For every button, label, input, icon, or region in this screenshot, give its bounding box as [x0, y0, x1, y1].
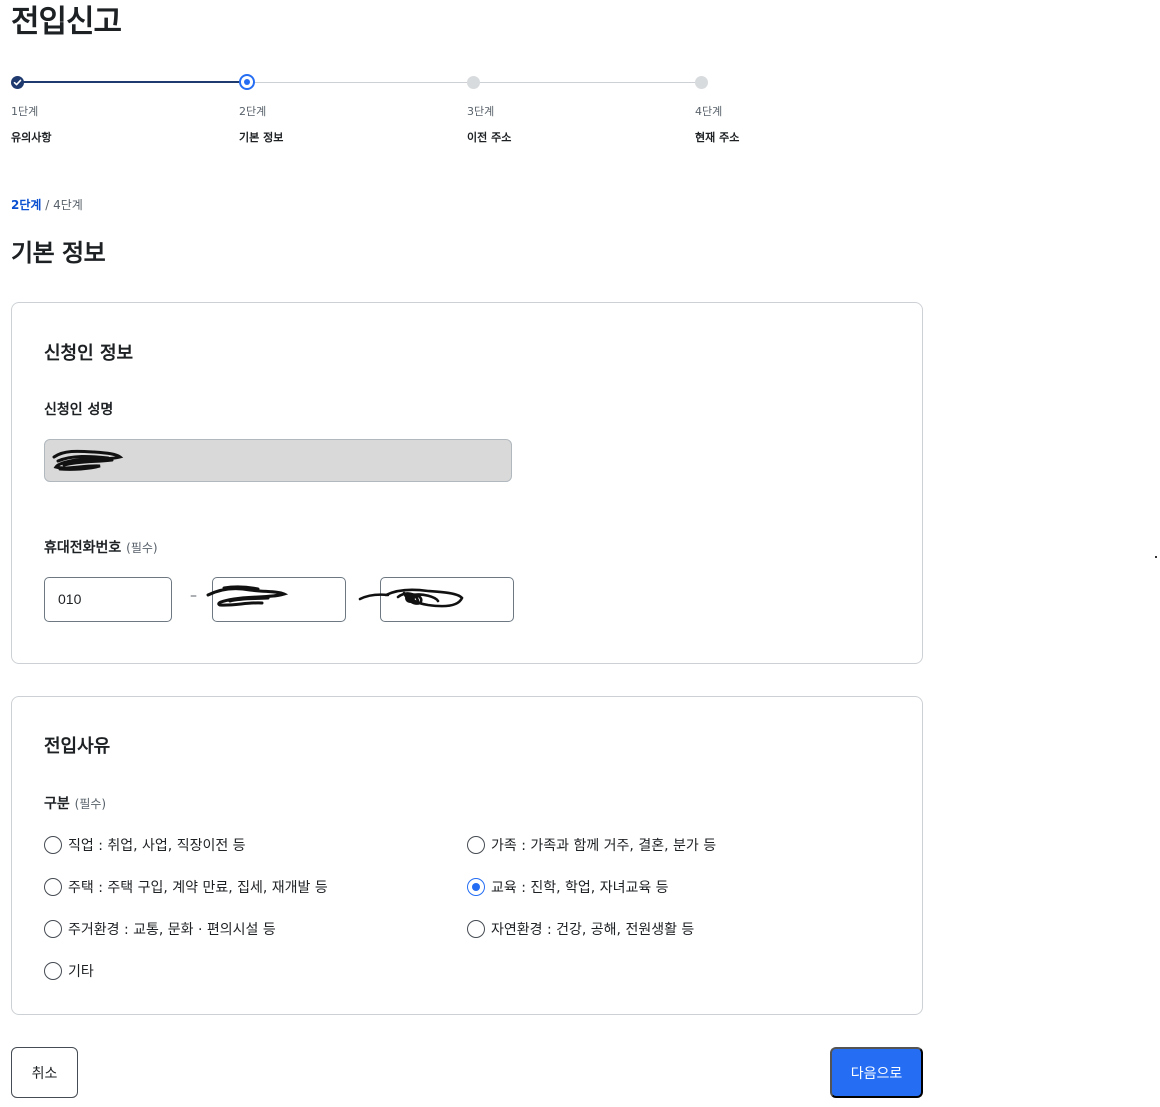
required-mark: (필수): [126, 541, 158, 555]
radio-circle-icon[interactable]: [44, 878, 62, 896]
radio-label: 교육 : 진학, 학업, 자녀교육 등: [491, 880, 669, 896]
section-title: 기본 정보: [11, 239, 106, 267]
radio-circle-icon[interactable]: [467, 920, 485, 938]
phone-label-text: 휴대전화번호: [44, 540, 122, 556]
pending-step-icon: [467, 76, 480, 89]
stepper-track-complete: [17, 81, 247, 83]
radio-label: 기타: [68, 964, 94, 980]
name-label: 신청인 성명: [44, 402, 114, 418]
radio-label: 가족 : 가족과 함께 거주, 결혼, 분가 등: [491, 838, 717, 854]
radio-label: 직업 : 취업, 사업, 직장이전 등: [68, 838, 246, 854]
step-label: 기본 정보: [239, 131, 284, 144]
radio-label: 주거환경 : 교통, 문화 · 편의시설 등: [68, 922, 276, 938]
page-title: 전입신고: [11, 4, 122, 40]
required-mark: (필수): [74, 797, 107, 811]
radio-selected-icon[interactable]: [467, 878, 485, 896]
progress-total: 4단계: [53, 198, 83, 212]
cancel-button[interactable]: 취소: [11, 1047, 78, 1098]
redaction-scribble: [358, 588, 464, 608]
progress-current: 2단계: [11, 198, 42, 212]
reason-option-housing[interactable]: 주택 : 주택 구입, 계약 만료, 집세, 재개발 등: [44, 877, 328, 897]
phone-dash: –: [190, 588, 197, 604]
step-progress: 2단계 / 4단계: [11, 196, 83, 213]
phone-prefix-input[interactable]: 010: [44, 577, 172, 622]
stray-dot: [1155, 556, 1157, 558]
radio-circle-icon[interactable]: [44, 836, 62, 854]
current-step-icon: [239, 74, 255, 90]
progress-separator: /: [41, 198, 54, 212]
radio-label: 자연환경 : 건강, 공해, 전원생활 등: [491, 922, 695, 938]
reason-option-education[interactable]: 교육 : 진학, 학업, 자녀교육 등: [467, 877, 669, 897]
move-in-reason-card: 전입사유 구분 (필수) 직업 : 취업, 사업, 직장이전 등 가족 : 가족…: [11, 696, 923, 1015]
step-number: 2단계: [239, 105, 267, 118]
step-number: 1단계: [11, 105, 39, 118]
step-label: 유의사항: [11, 131, 52, 144]
category-label: 구분 (필수): [44, 793, 106, 813]
radio-label: 주택 : 주택 구입, 계약 만료, 집세, 재개발 등: [68, 880, 328, 896]
step-number: 4단계: [695, 105, 723, 118]
redaction-scribble: [206, 585, 289, 607]
stepper: 1단계 유의사항 2단계 기본 정보 3단계 이전 주소 4단계 현재 주소: [0, 72, 780, 152]
step-number: 3단계: [467, 105, 495, 118]
card-title: 전입사유: [44, 736, 111, 757]
reason-option-natural-environment[interactable]: 자연환경 : 건강, 공해, 전원생활 등: [467, 919, 694, 939]
next-button[interactable]: 다음으로: [830, 1047, 923, 1098]
radio-circle-icon[interactable]: [44, 920, 62, 938]
radio-circle-icon[interactable]: [467, 836, 485, 854]
check-icon: [11, 76, 24, 89]
category-label-text: 구분: [44, 796, 70, 812]
card-title: 신청인 정보: [44, 343, 134, 364]
step-label: 현재 주소: [695, 131, 740, 144]
step-label: 이전 주소: [467, 131, 512, 144]
pending-step-icon: [695, 76, 708, 89]
reason-option-family[interactable]: 가족 : 가족과 함께 거주, 결혼, 분가 등: [467, 835, 716, 855]
applicant-info-card: 신청인 정보 신청인 성명 휴대전화번호 (필수) 010 –: [11, 302, 923, 664]
phone-label: 휴대전화번호 (필수): [44, 537, 158, 557]
radio-circle-icon[interactable]: [44, 962, 62, 980]
reason-option-other[interactable]: 기타: [44, 961, 94, 981]
redaction-scribble: [52, 449, 124, 471]
reason-option-job[interactable]: 직업 : 취업, 사업, 직장이전 등: [44, 835, 246, 855]
reason-option-residential-environment[interactable]: 주거환경 : 교통, 문화 · 편의시설 등: [44, 919, 276, 939]
